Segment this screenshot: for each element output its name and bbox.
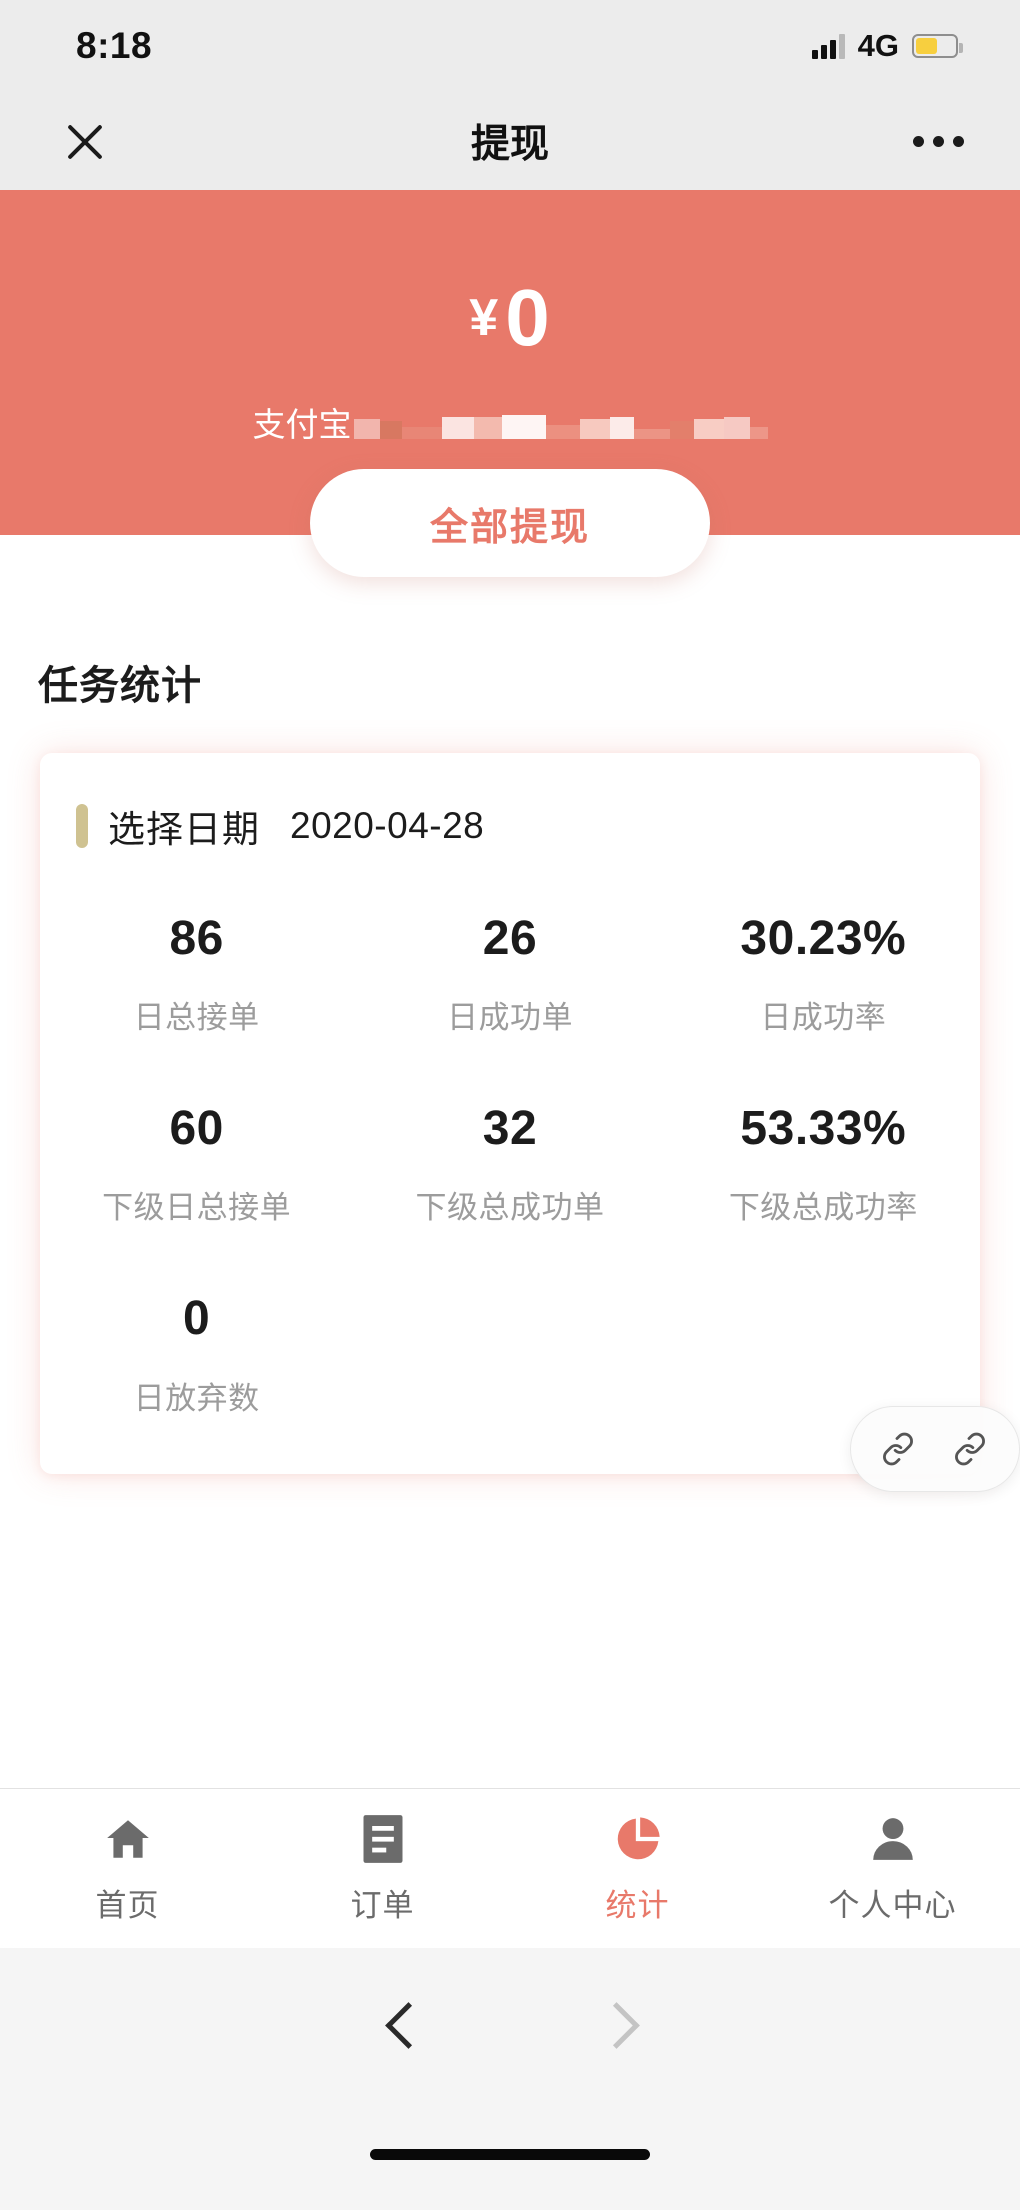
tab-label: 个人中心 [828,1888,957,1923]
stat-value: 0 [183,1292,211,1346]
stat-label: 下级总成功单 [415,1190,605,1226]
withdraw-all-button[interactable]: 全部提现 [310,469,710,577]
section-title: 任务统计 [38,664,202,708]
stat-label: 日放弃数 [133,1380,260,1416]
status-time: 8:18 [76,25,153,66]
pie-chart-icon [612,1812,664,1866]
stat-cell: 0 日放弃数 [40,1291,353,1417]
stat-value: 60 [169,1102,224,1156]
task-stats-card: 选择日期 2020-04-28 86 日总接单 26 日成功单 30.23% 日… [40,753,980,1474]
stats-card-wrapper: 选择日期 2020-04-28 86 日总接单 26 日成功单 30.23% 日… [40,753,1020,1492]
date-picker-label: 选择日期 [108,809,260,850]
signal-bars-icon [811,33,845,59]
person-icon [868,1812,918,1866]
page-title: 提现 [470,123,549,166]
currency-symbol: ¥ [469,289,500,347]
battery-icon [912,34,963,58]
status-indicators: 4G [811,28,963,64]
browser-navigation-bar [0,1948,1020,2098]
chevron-left-icon[interactable] [380,2000,426,2046]
balance-value: 0 [505,273,551,362]
stat-cell: 26 日成功单 [353,911,666,1037]
stat-value: 53.33% [740,1102,907,1156]
payout-account-label: 支付宝 [252,406,352,443]
payout-account-row: 支付宝 [253,398,768,446]
link-icon[interactable] [937,1416,1003,1482]
more-horizontal-icon[interactable] [913,135,964,147]
balance-amount: ¥ 0 [469,278,550,358]
mobile-screen: 8:18 4G 提现 ¥ 0 支付宝 全部提现 任务统计 选择日期 2020-0… [0,0,1020,2210]
date-picker-value[interactable]: 2020-04-28 [290,805,484,847]
tab-label: 首页 [95,1888,160,1923]
chevron-right-icon[interactable] [594,2000,640,2046]
stat-value: 30.23% [740,912,907,965]
accent-bar-icon [76,804,88,848]
stat-value: 26 [482,912,538,965]
network-type-label: 4G [857,28,899,63]
link-icon[interactable] [865,1416,931,1482]
page-header: 提现 [0,92,1020,190]
stat-value: 32 [482,1102,538,1156]
stats-row: 60 下级日总接单 32 下级总成功单 53.33% 下级总成功率 [40,1101,980,1227]
stat-cell: 86 日总接单 [40,911,353,1037]
close-icon[interactable] [56,112,114,170]
stat-label: 日成功率 [760,1000,887,1036]
tab-statistics[interactable]: 统计 [510,1789,765,1948]
balance-banner: ¥ 0 支付宝 全部提现 [0,190,1020,577]
stat-label: 日成功单 [446,1000,573,1036]
stat-cell: 32 下级总成功单 [353,1101,666,1227]
stats-row: 0 日放弃数 [40,1291,980,1417]
stat-value: 86 [169,912,224,965]
stat-cell: 60 下级日总接单 [40,1101,353,1227]
tab-label: 订单 [350,1888,415,1923]
stat-cell: 30.23% 日成功率 [667,911,980,1037]
status-bar: 8:18 4G [0,0,1020,92]
redacted-account-value [353,405,768,439]
tab-home[interactable]: 首页 [0,1789,255,1948]
home-icon [101,1812,155,1866]
stats-row: 86 日总接单 26 日成功单 30.23% 日成功率 [40,911,980,1037]
bottom-tab-bar: 首页 订单 统计 个人中心 [0,1788,1020,1948]
tab-label: 统计 [605,1888,670,1923]
document-list-icon [360,1812,406,1866]
date-picker-row[interactable]: 选择日期 2020-04-28 [40,799,980,853]
tab-profile[interactable]: 个人中心 [765,1789,1020,1948]
stat-label: 下级总成功率 [728,1190,918,1226]
tab-orders[interactable]: 订单 [255,1789,510,1948]
stat-cell: 53.33% 下级总成功率 [667,1101,980,1227]
home-indicator-bar[interactable] [370,2148,650,2160]
home-indicator-area [0,2098,1020,2210]
stat-label: 日总接单 [133,1000,260,1036]
stat-label: 下级日总接单 [102,1190,292,1226]
floating-link-widget[interactable] [850,1405,1020,1492]
